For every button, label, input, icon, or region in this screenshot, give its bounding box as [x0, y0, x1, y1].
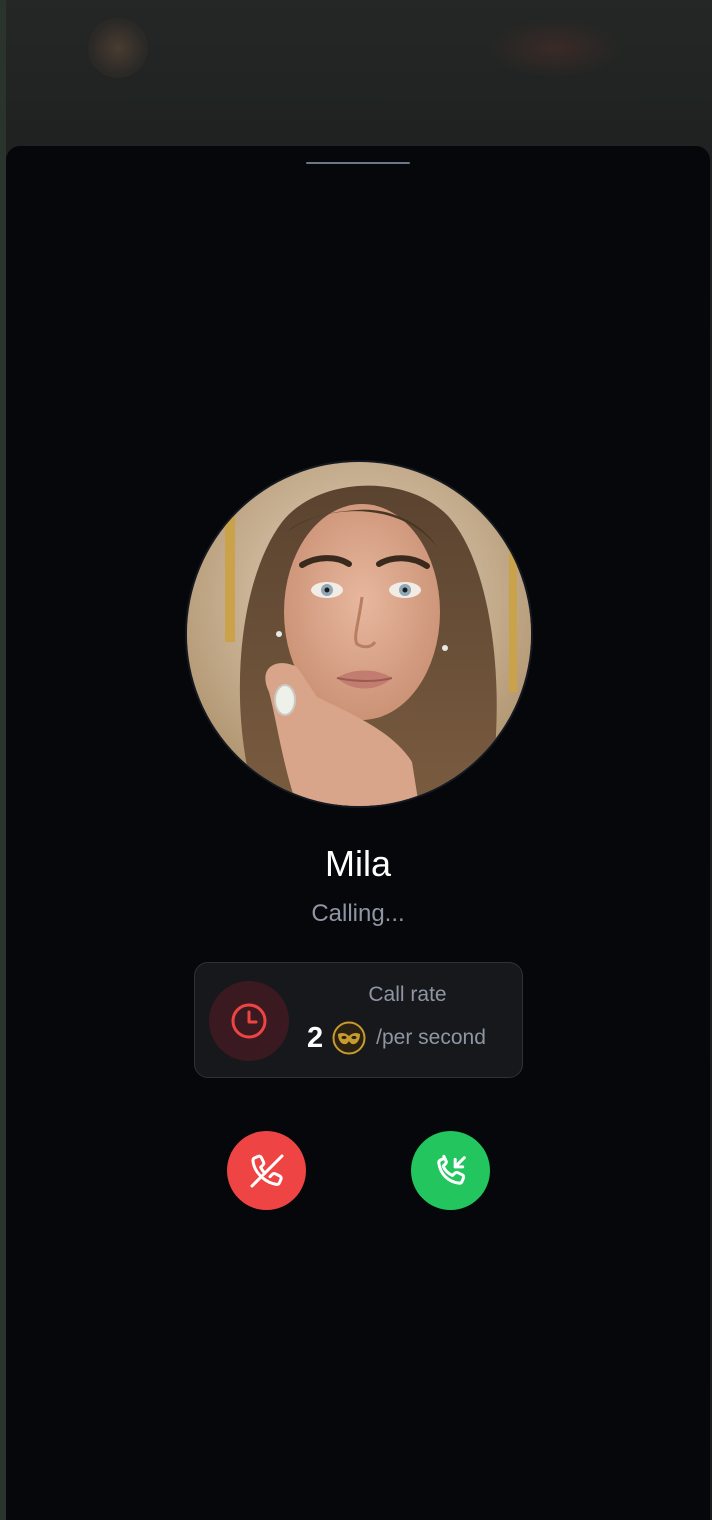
caller-name: Mila	[324, 843, 391, 884]
call-rate-row: 2 /per second	[307, 1021, 486, 1055]
coin-mask-icon	[332, 1021, 366, 1055]
call-status: Calling...	[311, 900, 405, 927]
call-rate-label: Call rate	[368, 983, 447, 1006]
phone-incoming-icon	[436, 1154, 466, 1185]
call-rate-card: Call rate 2 /per second	[194, 962, 523, 1078]
clock-badge	[209, 981, 289, 1061]
background-avatar	[88, 18, 148, 78]
clock-icon	[231, 1003, 267, 1039]
call-rate-value: 2	[307, 1022, 324, 1054]
background-element	[490, 20, 620, 76]
caller-photo	[187, 462, 531, 806]
sheet-drag-handle[interactable]	[306, 162, 410, 164]
accept-call-button[interactable]	[411, 1131, 490, 1210]
phone-off-icon	[250, 1154, 283, 1187]
decline-call-button[interactable]	[227, 1131, 306, 1210]
incoming-call-sheet: Mila Calling... Call rate 2 /per second	[6, 146, 710, 1520]
call-rate-unit: /per second	[376, 1026, 486, 1049]
caller-avatar	[185, 460, 533, 808]
